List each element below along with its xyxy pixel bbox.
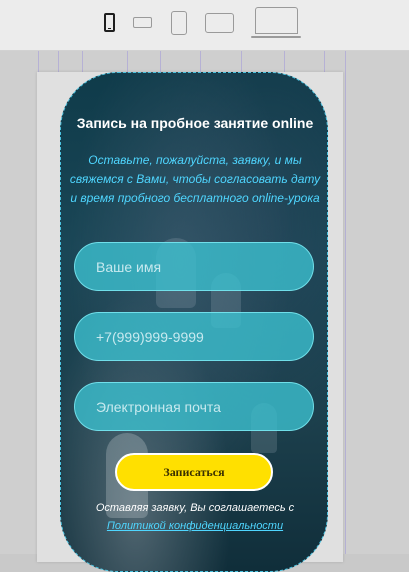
mobile-landscape-icon[interactable] [133,17,152,28]
consent-text: Оставляя заявку, Вы соглашаетесь с [95,502,295,514]
privacy-policy-link[interactable]: Политикой конфиденциальности [61,520,327,532]
name-input[interactable] [74,242,314,291]
desktop-icon[interactable] [251,7,301,38]
mobile-portrait-icon[interactable] [104,13,115,32]
submit-button[interactable]: Записаться [115,453,273,491]
email-input[interactable] [74,382,314,431]
form-subtitle: Оставьте, пожалуйста, заявку, и мы свяже… [69,153,321,205]
signup-form-card: Запись на пробное занятие online Оставьт… [60,72,328,572]
tablet-landscape-icon[interactable] [205,13,234,33]
form-title: Запись на пробное занятие online [76,115,314,131]
phone-input[interactable] [74,312,314,361]
tablet-portrait-icon[interactable] [171,11,187,35]
device-toolbar [0,0,409,51]
guide-line [345,51,346,554]
